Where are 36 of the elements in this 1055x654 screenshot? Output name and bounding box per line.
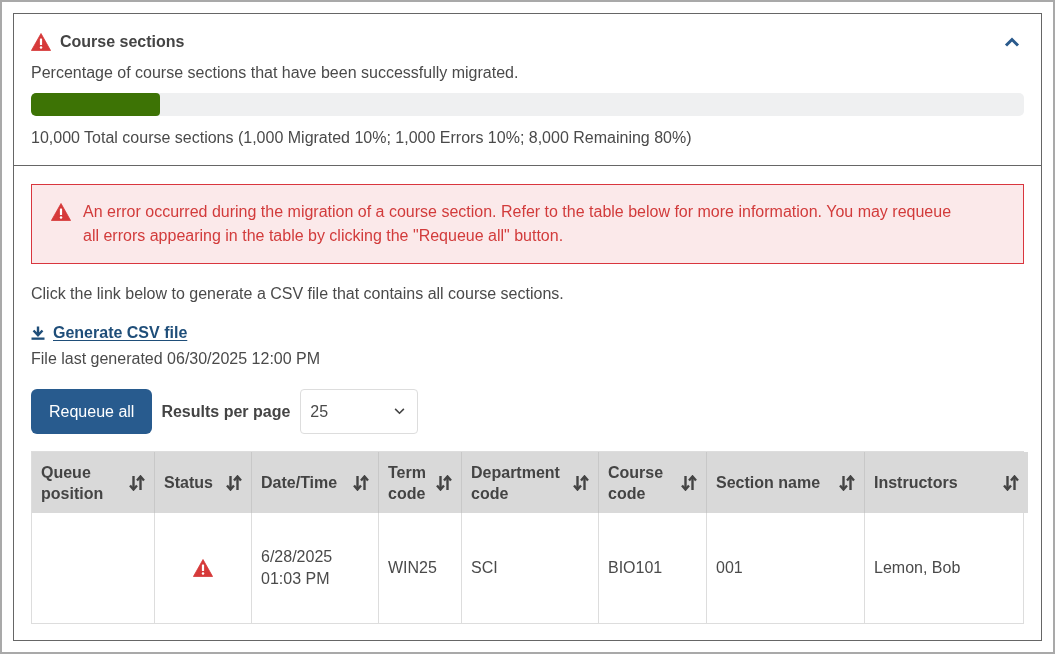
warning-icon <box>51 203 71 221</box>
column-header[interactable]: Status <box>154 452 251 513</box>
sort-icon[interactable] <box>436 474 452 491</box>
progress-summary: 10,000 Total course sections (1,000 Migrated 10%; 1,000 Errors 10%; 8,000 Remaining 80%) <box>31 128 693 148</box>
table-cell-text: 6/28/2025 01:03 PM <box>261 547 334 589</box>
table-cell-text: Lemon, Bob <box>874 558 961 578</box>
csv-instructions: Click the link below to generate a CSV file that contains all course sections. <box>31 284 565 304</box>
sort-icon[interactable] <box>226 474 242 491</box>
error-message: An error occurred during the migration of a course section. Refer to the table below for more information. You may requeue all errors appearing in the table by clicking the "Requeue all" button. <box>83 202 953 246</box>
column-header[interactable]: Section name <box>706 452 864 513</box>
generate-csv-link[interactable]: Generate CSV file <box>31 322 188 344</box>
chevron-up-icon <box>1004 37 1020 47</box>
requeue-all-button[interactable]: Requeue all <box>31 389 153 434</box>
download-icon <box>31 326 45 340</box>
sort-icon[interactable] <box>353 474 369 491</box>
table-cell-text: 001 <box>716 558 743 578</box>
results-per-page-label: Results per page <box>161 401 291 422</box>
last-generated-text: File last generated 06/30/2025 12:00 PM <box>31 349 322 369</box>
column-header[interactable]: Queue position <box>32 452 154 513</box>
chevron-down-icon <box>394 408 406 415</box>
column-header[interactable]: Term code <box>378 452 461 513</box>
table-cell-text: BIO101 <box>608 558 663 578</box>
column-header[interactable]: Date/Time <box>251 452 378 513</box>
column-header[interactable]: Course code <box>598 452 706 513</box>
sort-icon[interactable] <box>573 474 589 491</box>
progress-description: Percentage of course sections that have been successfully migrated. <box>31 63 520 83</box>
sort-icon[interactable] <box>681 474 697 491</box>
column-header[interactable]: Department code <box>461 452 598 513</box>
sort-icon[interactable] <box>129 474 145 491</box>
column-header[interactable]: Instructors <box>864 452 1028 513</box>
sort-icon[interactable] <box>1003 474 1019 491</box>
table-cell-text: SCI <box>471 558 498 578</box>
sort-icon[interactable] <box>839 474 855 491</box>
table-cell-text: WIN25 <box>388 558 437 578</box>
results-per-page-select[interactable]: 25 <box>300 389 419 434</box>
section-title: Course sections <box>60 32 185 52</box>
